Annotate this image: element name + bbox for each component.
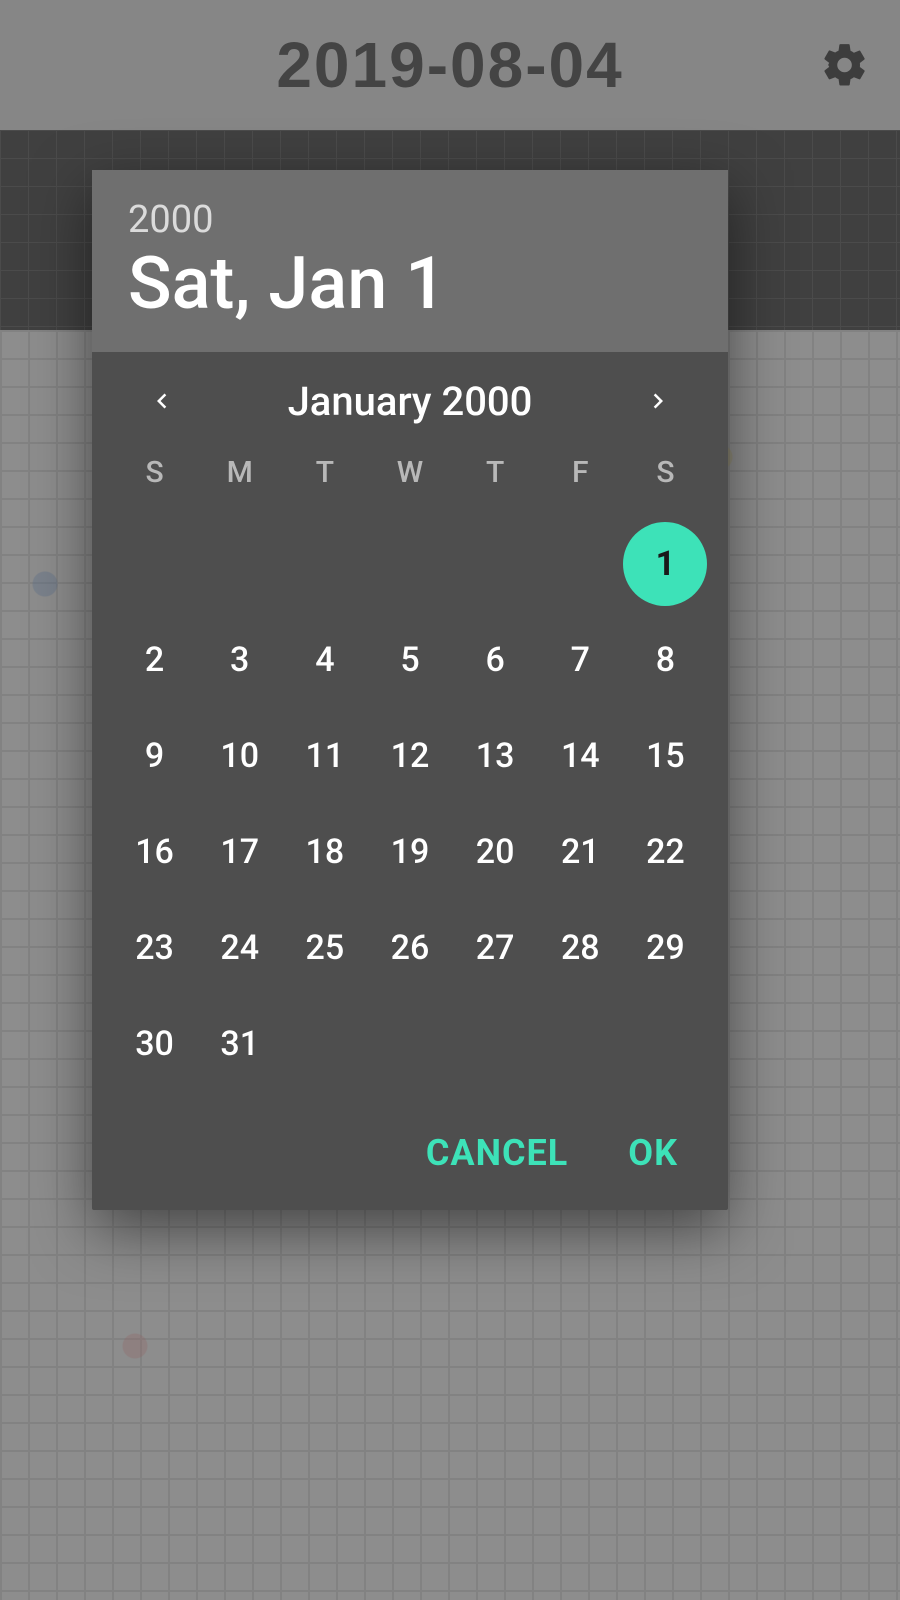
day-number: 10 xyxy=(220,736,259,776)
day-cell[interactable]: 5 xyxy=(367,612,452,708)
day-number: 21 xyxy=(561,832,600,872)
day-number: 7 xyxy=(571,640,590,680)
day-cell-empty xyxy=(282,516,367,612)
day-cell[interactable]: 14 xyxy=(538,708,623,804)
day-cell[interactable]: 10 xyxy=(197,708,282,804)
chevron-right-icon[interactable] xyxy=(638,381,678,421)
ok-button[interactable]: OK xyxy=(628,1132,678,1174)
day-cell-empty xyxy=(367,516,452,612)
day-cell[interactable]: 21 xyxy=(538,804,623,900)
day-cell[interactable]: 8 xyxy=(623,612,708,708)
day-cell[interactable]: 16 xyxy=(112,804,197,900)
day-number: 4 xyxy=(315,640,334,680)
day-cell-empty xyxy=(197,516,282,612)
dow-label: F xyxy=(538,455,623,490)
day-number: 31 xyxy=(220,1024,259,1064)
day-number: 29 xyxy=(646,928,685,968)
day-cell[interactable]: 26 xyxy=(367,900,452,996)
dow-label: W xyxy=(367,455,452,490)
calendar-grid: 1234567891011121314151617181920212223242… xyxy=(112,516,708,1092)
dow-label: T xyxy=(282,455,367,490)
selected-date-display[interactable]: Sat, Jan 1 xyxy=(128,246,692,322)
day-number: 16 xyxy=(135,832,174,872)
day-cell[interactable]: 15 xyxy=(623,708,708,804)
day-number: 6 xyxy=(485,640,504,680)
day-cell-empty xyxy=(453,516,538,612)
day-cell[interactable]: 4 xyxy=(282,612,367,708)
day-cell[interactable]: 25 xyxy=(282,900,367,996)
day-number: 19 xyxy=(391,832,430,872)
day-number: 1 xyxy=(656,544,676,584)
month-navigation: January 2000 xyxy=(112,370,708,445)
chevron-left-icon[interactable] xyxy=(142,381,182,421)
day-cell[interactable]: 13 xyxy=(453,708,538,804)
day-number: 22 xyxy=(646,832,685,872)
day-number: 18 xyxy=(306,832,345,872)
day-cell[interactable]: 30 xyxy=(112,996,197,1092)
day-number: 8 xyxy=(656,640,675,680)
day-cell[interactable]: 22 xyxy=(623,804,708,900)
day-cell[interactable]: 28 xyxy=(538,900,623,996)
day-number: 9 xyxy=(145,736,164,776)
day-cell[interactable]: 29 xyxy=(623,900,708,996)
day-number: 26 xyxy=(391,928,430,968)
day-cell[interactable]: 23 xyxy=(112,900,197,996)
day-number: 3 xyxy=(230,640,249,680)
day-cell[interactable]: 1 xyxy=(623,516,708,612)
day-number: 11 xyxy=(306,736,345,776)
dow-label: T xyxy=(453,455,538,490)
day-cell[interactable]: 2 xyxy=(112,612,197,708)
day-cell[interactable]: 27 xyxy=(453,900,538,996)
dialog-actions: CANCEL OK xyxy=(92,1102,728,1210)
day-number: 5 xyxy=(400,640,419,680)
day-cell[interactable]: 9 xyxy=(112,708,197,804)
day-number: 30 xyxy=(135,1024,174,1064)
day-number: 15 xyxy=(646,736,685,776)
dialog-header: 2000 Sat, Jan 1 xyxy=(92,170,728,352)
day-number: 25 xyxy=(306,928,345,968)
day-number: 13 xyxy=(476,736,515,776)
day-number: 24 xyxy=(220,928,259,968)
day-number: 23 xyxy=(135,928,174,968)
day-cell[interactable]: 11 xyxy=(282,708,367,804)
day-of-week-row: SMTWTFS xyxy=(112,445,708,516)
day-cell[interactable]: 17 xyxy=(197,804,282,900)
dow-label: S xyxy=(112,455,197,490)
day-number: 28 xyxy=(561,928,600,968)
cancel-button[interactable]: CANCEL xyxy=(426,1132,568,1174)
day-cell[interactable]: 3 xyxy=(197,612,282,708)
day-cell[interactable]: 18 xyxy=(282,804,367,900)
date-picker-dialog: 2000 Sat, Jan 1 January 2000 SMTWTFS 123… xyxy=(92,170,728,1210)
day-number: 27 xyxy=(476,928,515,968)
day-number: 17 xyxy=(220,832,259,872)
day-cell[interactable]: 20 xyxy=(453,804,538,900)
day-cell[interactable]: 6 xyxy=(453,612,538,708)
day-cell-empty xyxy=(538,516,623,612)
year-button[interactable]: 2000 xyxy=(128,198,692,242)
day-number: 2 xyxy=(145,640,164,680)
day-cell[interactable]: 12 xyxy=(367,708,452,804)
dow-label: S xyxy=(623,455,708,490)
day-cell[interactable]: 24 xyxy=(197,900,282,996)
day-cell[interactable]: 19 xyxy=(367,804,452,900)
month-label: January 2000 xyxy=(288,378,533,425)
day-cell[interactable]: 31 xyxy=(197,996,282,1092)
day-number: 20 xyxy=(476,832,515,872)
day-cell[interactable]: 7 xyxy=(538,612,623,708)
dow-label: M xyxy=(197,455,282,490)
day-number: 12 xyxy=(391,736,430,776)
day-cell-empty xyxy=(112,516,197,612)
day-number: 14 xyxy=(561,736,600,776)
dialog-body: January 2000 SMTWTFS 1234567891011121314… xyxy=(92,352,728,1102)
